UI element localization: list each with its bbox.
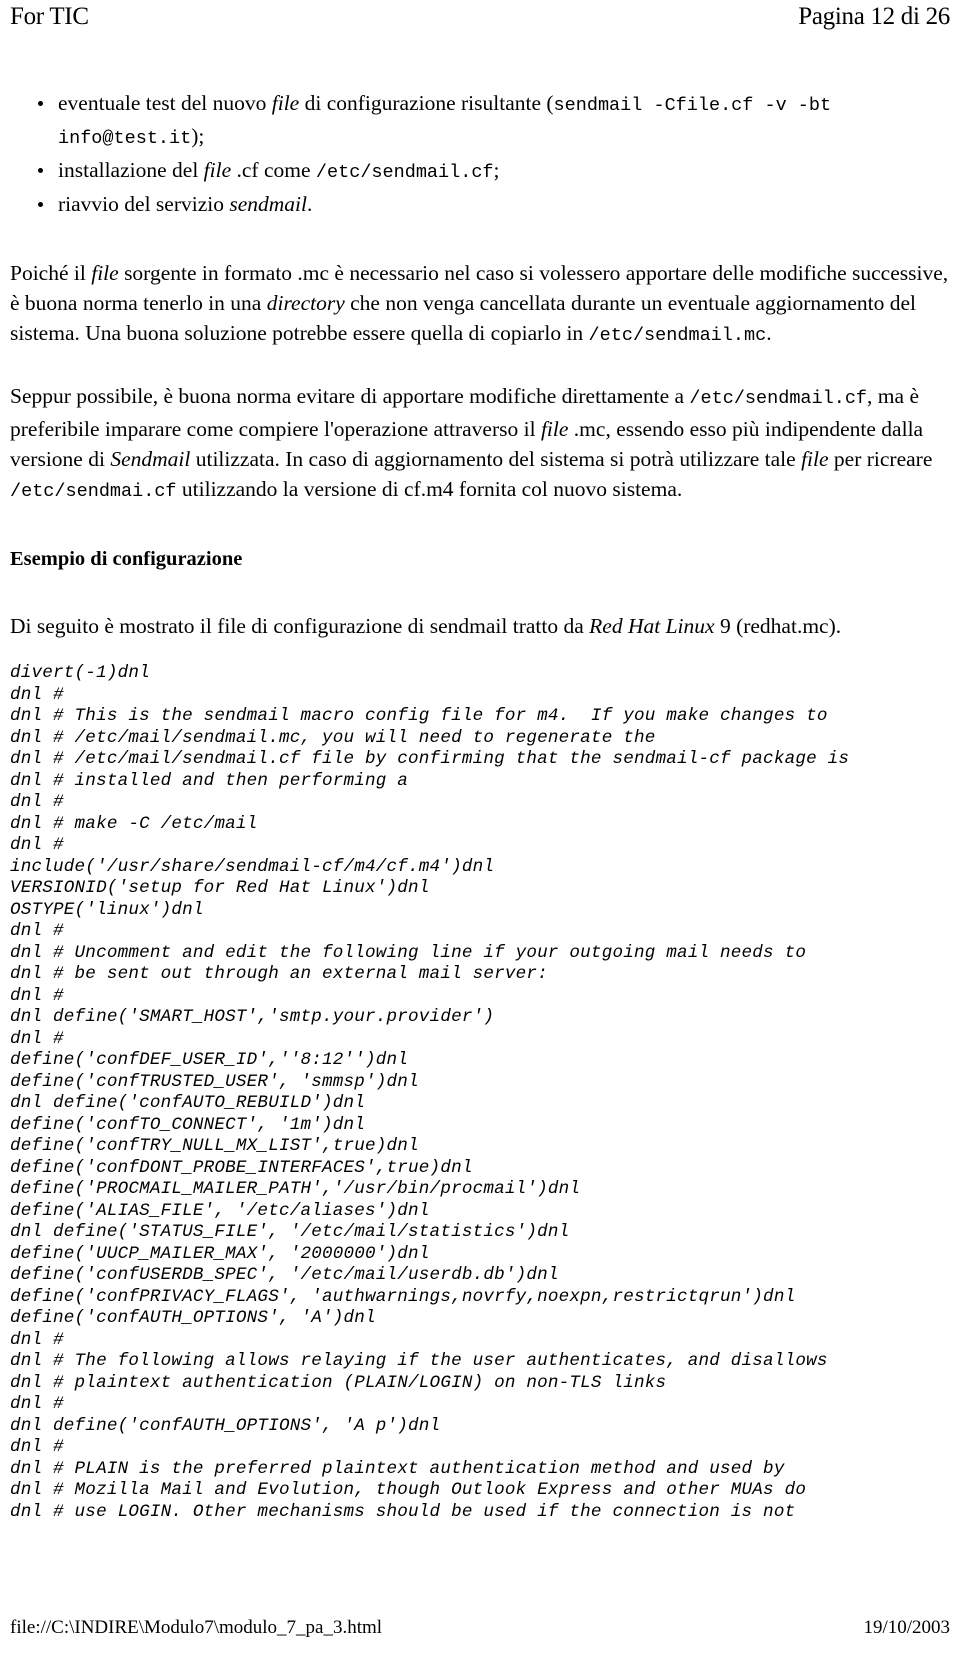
inline-code: /etc/sendmai.cf bbox=[10, 481, 177, 502]
bullet-text-mid: .cf come bbox=[231, 158, 316, 182]
text-run: utilizzando la versione di cf.m4 fornita… bbox=[176, 477, 683, 501]
bullet-text-pre: riavvio del servizio bbox=[58, 192, 230, 216]
bullet-list: eventuale test del nuovo file di configu… bbox=[10, 88, 950, 219]
header-title: For TIC bbox=[10, 3, 89, 30]
text-run-italic: file bbox=[540, 417, 569, 441]
bullet-code: /etc/sendmail.cf bbox=[315, 162, 494, 183]
bullet-text-post: ); bbox=[191, 124, 205, 148]
text-run-italic: directory bbox=[266, 291, 345, 315]
text-run-italic: Red Hat Linux bbox=[589, 614, 715, 638]
footer-date: 19/10/2003 bbox=[863, 1617, 950, 1638]
page-footer: file://C:\INDIRE\Modulo7\modulo_7_pa_3.h… bbox=[10, 1616, 950, 1640]
page-header: For TIC Pagina 12 di 26 bbox=[10, 2, 950, 32]
list-item: eventuale test del nuovo file di configu… bbox=[38, 88, 950, 154]
text-run: Poiché il bbox=[10, 261, 92, 285]
footer-file-path: file://C:\INDIRE\Modulo7\modulo_7_pa_3.h… bbox=[10, 1617, 383, 1638]
text-run-italic: file bbox=[91, 261, 119, 285]
inline-code: /etc/sendmail.cf bbox=[689, 388, 868, 409]
bullet-text-pre: eventuale test del nuovo bbox=[58, 91, 272, 115]
section-heading: Esempio di configurazione bbox=[10, 548, 243, 570]
text-run: Di seguito è mostrato il file di configu… bbox=[10, 614, 590, 638]
text-run: . bbox=[766, 321, 772, 345]
list-item: installazione del file .cf come /etc/sen… bbox=[38, 155, 950, 188]
text-run: Seppur possibile, è buona norma evitare … bbox=[10, 384, 690, 408]
text-run: 9 (redhat.mc). bbox=[714, 614, 842, 638]
bullet-text-mid: di configurazione risultante ( bbox=[299, 91, 554, 115]
bullet-text-post: . bbox=[307, 192, 313, 216]
code-listing: divert(-1)dnl dnl # dnl # This is the se… bbox=[10, 663, 850, 1522]
document-page: For TIC Pagina 12 di 26 eventuale test d… bbox=[0, 0, 960, 1654]
bullet-text-italic: file bbox=[271, 91, 300, 115]
text-run: utilizzata. In caso di aggiornamento del… bbox=[190, 447, 802, 471]
inline-code: /etc/sendmail.mc bbox=[588, 325, 767, 346]
bullet-text-italic: file bbox=[203, 158, 232, 182]
bullet-text-italic: sendmail bbox=[229, 192, 307, 216]
list-item: riavvio del servizio sendmail. bbox=[38, 189, 950, 219]
bullet-text-pre: installazione del bbox=[58, 158, 204, 182]
bullet-text-post: ; bbox=[493, 158, 500, 182]
paragraph-mc-source: Poiché il file sorgente in formato .mc è… bbox=[10, 258, 950, 351]
document-body: eventuale test del nuovo file di configu… bbox=[10, 88, 950, 1523]
paragraph-example-intro: Di seguito è mostrato il file di configu… bbox=[10, 611, 950, 641]
text-run-italic: Sendmail bbox=[110, 447, 191, 471]
paragraph-cf-advice: Seppur possibile, è buona norma evitare … bbox=[10, 381, 950, 507]
text-run: per ricreare bbox=[828, 447, 933, 471]
page-number: Pagina 12 di 26 bbox=[798, 3, 950, 30]
text-run-italic: file bbox=[801, 447, 829, 471]
